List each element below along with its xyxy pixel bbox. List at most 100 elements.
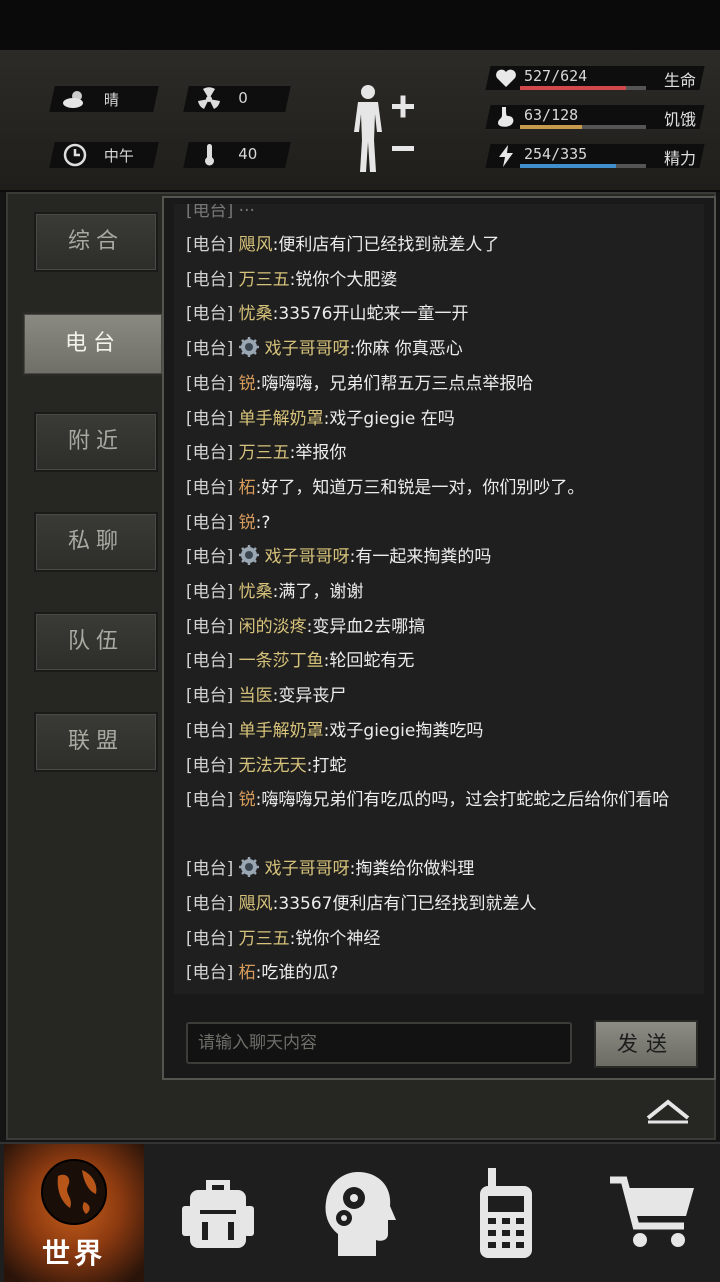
chat-message: [电台] 戏子哥哥呀:掏粪给你做料理 [186, 852, 702, 886]
message-text: :打蛇 [306, 755, 347, 776]
tab-general[interactable]: 综合 [34, 212, 158, 272]
health-stat: 527/624 生命 [485, 64, 706, 94]
message-text: :? [255, 512, 271, 533]
energy-bar [520, 164, 646, 168]
message-text: :有一起来掏粪的吗 [349, 547, 492, 568]
message-text: :锐你个大肥婆 [289, 269, 398, 290]
channel-tag: [电台] [186, 443, 234, 464]
channel-tag: [电台] [186, 477, 234, 498]
sender-name[interactable]: 忧桑 [239, 304, 273, 324]
nav-skills[interactable] [290, 1144, 430, 1282]
nav-shop[interactable] [578, 1144, 718, 1282]
sender-name[interactable]: 当医 [239, 686, 273, 706]
tab-alliance[interactable]: 联盟 [34, 712, 158, 772]
sender-name[interactable]: 锐 [239, 374, 256, 394]
sender-name[interactable]: 万三五 [239, 443, 290, 463]
chat-message: [电台] 飓风:33567便利店有门已经找到就差人 [186, 887, 702, 921]
chat-message: [电台] 锐:? [186, 506, 702, 540]
energy-value: 254/335 [524, 145, 588, 163]
thermometer-icon [205, 144, 214, 166]
chat-message: [电台] 锐:嗨嗨嗨，兄弟们帮五万三点点举报哈 [186, 367, 702, 401]
chat-message: [电台] 万三五:举报你 [186, 436, 702, 470]
sender-name[interactable]: 一条莎丁鱼 [239, 651, 324, 671]
vip-gear-badge-icon [238, 545, 259, 566]
sender-name[interactable]: 柘 [239, 963, 256, 983]
message-text: :掏粪给你做料理 [349, 859, 475, 880]
chat-input-box[interactable] [186, 1022, 572, 1064]
chat-message: [电台] 忧桑:满了，谢谢 [186, 575, 702, 609]
sender-name[interactable]: 万三五 [239, 270, 290, 290]
channel-tag: [电台] [186, 269, 234, 290]
chat-message: [电台] 柘:好了，知道万三和锐是一对，你们别吵了。 [186, 471, 702, 505]
sender-name[interactable]: 闲的淡疼 [239, 617, 307, 637]
sender-name[interactable]: 万三五 [239, 929, 290, 949]
heart-icon [496, 69, 516, 87]
sender-name[interactable]: 飓风 [239, 235, 273, 255]
channel-tag: [电台] [186, 859, 234, 880]
chevron-up-icon[interactable] [644, 1096, 692, 1124]
health-value: 527/624 [524, 67, 588, 85]
chat-message-list[interactable]: [电台] ··· [电台] 飓风:便利店有门已经找到就差人了 [电台] 万三五:锐… [174, 204, 704, 994]
channel-tag: [电台] [186, 373, 234, 394]
sender-name[interactable]: 忧桑 [239, 582, 273, 602]
weather-label: 晴 [103, 91, 119, 109]
channel-tag: [电台] [186, 755, 234, 776]
system-status-bar [0, 0, 720, 50]
vip-gear-badge-icon [238, 857, 259, 878]
sender-name[interactable]: 锐 [239, 513, 256, 533]
clipped-message: [电台] ··· [186, 204, 255, 221]
time-chip: 中午 [49, 142, 159, 168]
health-bar [520, 86, 646, 90]
message-text: :锐你个神经 [289, 928, 381, 949]
body-plus-minus-icon[interactable] [348, 84, 418, 174]
sender-name[interactable]: 无法无天 [239, 756, 307, 776]
sender-name[interactable]: 戏子哥哥呀 [265, 859, 350, 879]
chat-message: [电台] 戏子哥哥呀:有一起来掏粪的吗 [186, 540, 702, 574]
time-label: 中午 [103, 147, 134, 165]
message-text: :你麻 你真恶心 [349, 339, 463, 360]
walkie-talkie-icon [480, 1168, 532, 1258]
tab-radio[interactable]: 电台 [22, 312, 164, 376]
message-text: :戏子giegie 在吗 [323, 408, 455, 429]
channel-tag: [电台] [186, 893, 234, 914]
channel-tag: [电台] [186, 582, 234, 602]
nav-world[interactable]: 世界 [4, 1144, 144, 1282]
channel-tag: [电台] [186, 408, 234, 429]
message-text: :变异丧尸 [272, 686, 347, 707]
sender-name[interactable]: 戏子哥哥呀 [265, 547, 350, 567]
message-text: :变异血2去哪搞 [306, 616, 426, 637]
message-text: :嗨嗨嗨，兄弟们帮五万三点点举报哈 [255, 373, 534, 394]
stomach-icon [498, 107, 514, 127]
tab-nearby[interactable]: 附近 [34, 412, 158, 472]
chat-input[interactable] [188, 1024, 570, 1062]
clock-icon [63, 143, 87, 167]
message-text: :嗨嗨嗨兄弟们有吃瓜的吗，过会打蛇蛇之后给你们看哈 [255, 790, 670, 811]
globe-icon [41, 1159, 107, 1225]
chat-message: [电台] 戏子哥哥呀:你麻 你真恶心 [186, 332, 702, 366]
sender-name[interactable]: 飓风 [239, 894, 273, 914]
tab-team[interactable]: 队伍 [34, 612, 158, 672]
vip-gear-badge-icon [238, 337, 259, 358]
nav-world-label: 世界 [41, 1237, 106, 1270]
weather-chip: 晴 [49, 86, 159, 112]
channel-tag: [电台] [186, 339, 234, 360]
tab-private[interactable]: 私聊 [34, 512, 158, 572]
chat-message: [电台] 无法无天:打蛇 [186, 749, 702, 783]
send-button[interactable]: 发送 [594, 1020, 698, 1068]
sender-name[interactable]: 戏子哥哥呀 [265, 339, 350, 359]
nav-backpack[interactable] [146, 1144, 286, 1282]
nav-radio[interactable] [434, 1144, 574, 1282]
sender-name[interactable]: 锐 [239, 790, 256, 810]
sender-name[interactable]: 柘 [239, 478, 256, 498]
sender-name[interactable]: 单手解奶罩 [239, 721, 324, 741]
message-text: :满了，谢谢 [272, 582, 364, 602]
message-text: :吃谁的瓜? [255, 963, 339, 984]
hunger-label: 饥饿 [663, 110, 696, 129]
chat-message: [电台] 万三五:锐你个神经 [186, 922, 702, 956]
energy-stat: 254/335 精力 [485, 142, 706, 172]
chat-message: [电台] 当医:变异丧尸 [186, 679, 702, 713]
chat-message: [电台] 万三五:锐你个大肥婆 [186, 263, 702, 297]
bottom-nav: 世界 [0, 1142, 720, 1282]
sender-name[interactable]: 单手解奶罩 [239, 409, 324, 429]
temperature-value: 40 [238, 145, 258, 163]
